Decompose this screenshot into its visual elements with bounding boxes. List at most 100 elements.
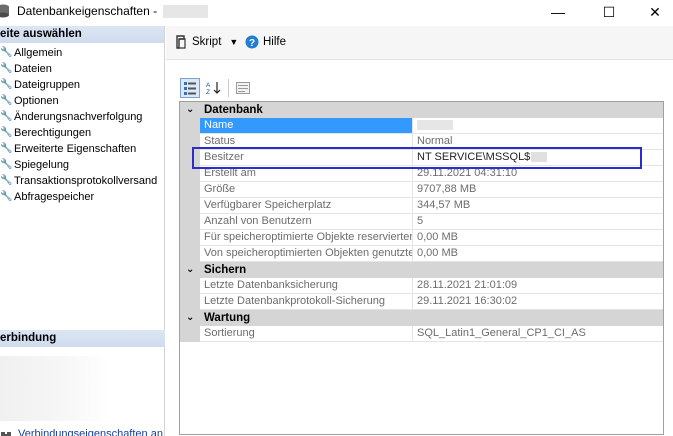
- property-pages-button[interactable]: [233, 78, 253, 98]
- category-wartung[interactable]: ⌄ Wartung: [180, 310, 663, 326]
- alphabetical-view-button[interactable]: A Z: [204, 78, 224, 98]
- page-list: 🔧 Allgemein 🔧 Dateien 🔧 Dateigruppen 🔧 Optio…: [0, 45, 164, 205]
- property-name: Von speicheroptimierten Objekten genutzt…: [200, 246, 413, 262]
- property-row-name[interactable]: Name: [180, 118, 663, 134]
- categorized-view-button[interactable]: [180, 78, 200, 98]
- svg-text:Z: Z: [206, 89, 210, 95]
- script-button[interactable]: Skript ▼: [174, 35, 238, 49]
- property-value: 344,57 MB: [413, 198, 663, 214]
- category-label: Sichern: [204, 264, 247, 276]
- categorized-icon: [184, 82, 196, 95]
- page-selector-panel: eite auswählen 🔧 Allgemein 🔧 Dateien 🔧 Date…: [0, 26, 165, 436]
- wrench-icon: 🔧: [0, 63, 13, 74]
- wrench-icon: 🔧: [0, 47, 13, 58]
- property-name: Letzte Datenbanksicherung: [200, 278, 413, 294]
- dropdown-arrow-icon[interactable]: ▼: [229, 37, 238, 47]
- collapse-chevron-icon[interactable]: ⌄: [186, 262, 194, 278]
- sort-az-icon: A Z: [206, 82, 221, 95]
- property-name: Größe: [200, 182, 413, 198]
- category-label: Wartung: [204, 312, 251, 324]
- wrench-icon: 🔧: [0, 191, 13, 202]
- page-item-optionen[interactable]: 🔧 Optionen: [0, 93, 164, 109]
- property-name: Name: [200, 118, 413, 134]
- property-value: 0,00 MB: [413, 230, 663, 246]
- page-item-dateigruppen[interactable]: 🔧 Dateigruppen: [0, 77, 164, 93]
- svg-text:?: ?: [249, 38, 255, 49]
- maximize-button[interactable]: ☐: [586, 0, 632, 24]
- page-item-label: Dateien: [14, 63, 52, 75]
- toolbar-separator: [228, 79, 229, 97]
- help-label: Hilfe: [263, 36, 287, 48]
- row-gutter: [180, 294, 200, 310]
- category-sichern[interactable]: ⌄ Sichern: [180, 262, 663, 278]
- connection-icon: [1, 432, 11, 436]
- page-item-label: Dateigruppen: [14, 79, 81, 91]
- property-value: SQL_Latin1_General_CP1_CI_AS: [413, 326, 663, 342]
- property-name: Sortierung: [200, 326, 413, 342]
- page-item-label: Spiegelung: [14, 159, 70, 171]
- connection-properties-row[interactable]: Verbindungseigenschaften an: [0, 427, 163, 436]
- close-button[interactable]: ✕: [632, 0, 673, 24]
- page-item-label: Änderungsnachverfolgung: [14, 111, 143, 123]
- property-row-anzahl-benutzer[interactable]: Anzahl von Benutzern 5: [180, 214, 663, 230]
- row-gutter: [180, 230, 200, 246]
- redacted-database-name: [417, 120, 453, 131]
- page-item-label: Optionen: [14, 95, 59, 107]
- collapse-chevron-icon[interactable]: ⌄: [186, 310, 194, 326]
- redacted-connection-info: [0, 356, 110, 421]
- property-value: 5: [413, 214, 663, 230]
- title-bar: Datenbankeigenschaften - — ☐ ✕: [0, 0, 673, 24]
- category-label: Datenbank: [204, 104, 263, 116]
- window-title: Datenbankeigenschaften -: [17, 4, 158, 18]
- help-button[interactable]: ? Hilfe: [245, 35, 286, 49]
- property-row-letzte-protokollsicherung[interactable]: Letzte Datenbankprotokoll-Sicherung 29.1…: [180, 294, 663, 310]
- property-name: Für speicheroptimierte Objekte reservier…: [200, 230, 413, 246]
- property-row-verfuegbarer-speicherplatz[interactable]: Verfügbarer Speicherplatz 344,57 MB: [180, 198, 663, 214]
- minimize-button[interactable]: —: [535, 0, 581, 24]
- connection-properties-link[interactable]: Verbindungseigenschaften an: [18, 428, 163, 436]
- redacted-server-name: [163, 5, 208, 18]
- wrench-icon: 🔧: [0, 127, 13, 138]
- wrench-icon: 🔧: [0, 159, 13, 170]
- property-value: 0,00 MB: [413, 246, 663, 262]
- category-datenbank[interactable]: ⌄ Datenbank: [180, 102, 663, 118]
- script-icon: [176, 35, 186, 49]
- page-item-dateien[interactable]: 🔧 Dateien: [0, 61, 164, 77]
- page-item-transaktionsprotokollversand[interactable]: 🔧 Transaktionsprotokollversand: [0, 173, 164, 189]
- page-item-aenderungsnachverfolgung[interactable]: 🔧 Änderungsnachverfolgung: [0, 109, 164, 125]
- wrench-icon: 🔧: [0, 79, 13, 90]
- page-item-erweiterte-eigenschaften[interactable]: 🔧 Erweiterte Eigenschaften: [0, 141, 164, 157]
- property-row-letzte-datenbanksicherung[interactable]: Letzte Datenbanksicherung 28.11.2021 21:…: [180, 278, 663, 294]
- help-icon: ?: [245, 35, 259, 49]
- wrench-icon: 🔧: [0, 111, 13, 122]
- wrench-icon: 🔧: [0, 143, 13, 154]
- page-item-abfragespeicher[interactable]: 🔧 Abfragespeicher: [0, 189, 164, 205]
- page-item-berechtigungen[interactable]: 🔧 Berechtigungen: [0, 125, 164, 141]
- property-row-groesse[interactable]: Größe 9707,88 MB: [180, 182, 663, 198]
- property-value: [413, 118, 663, 134]
- page-item-label: Abfragespeicher: [14, 191, 95, 203]
- row-gutter: [180, 214, 200, 230]
- page-item-label: Transaktionsprotokollversand: [14, 175, 158, 187]
- main-toolbar: Skript ▼ ? Hilfe: [166, 26, 673, 60]
- wrench-icon: 🔧: [0, 95, 13, 106]
- script-label: Skript: [192, 36, 222, 48]
- property-row-speicheroptimiert-genutzt[interactable]: Von speicheroptimierten Objekten genutzt…: [180, 246, 663, 262]
- collapse-chevron-icon[interactable]: ⌄: [186, 102, 194, 118]
- property-name: Anzahl von Benutzern: [200, 214, 413, 230]
- property-row-sortierung[interactable]: Sortierung SQL_Latin1_General_CP1_CI_AS: [180, 326, 663, 342]
- property-name: Verfügbarer Speicherplatz: [200, 198, 413, 214]
- database-icon: [0, 4, 9, 18]
- property-row-speicheroptimiert-reserviert[interactable]: Für speicheroptimierte Objekte reservier…: [180, 230, 663, 246]
- page-item-label: Allgemein: [14, 47, 63, 59]
- row-gutter: [180, 326, 200, 342]
- row-gutter: [180, 118, 200, 134]
- annotation-highlight-box: [192, 147, 642, 169]
- property-name: Letzte Datenbankprotokoll-Sicherung: [200, 294, 413, 310]
- property-value: 29.11.2021 16:30:02: [413, 294, 663, 310]
- page-item-allgemein[interactable]: 🔧 Allgemein: [0, 45, 164, 61]
- page-item-spiegelung[interactable]: 🔧 Spiegelung: [0, 157, 164, 173]
- row-gutter: [180, 182, 200, 198]
- property-pages-icon: [236, 82, 250, 94]
- row-gutter: [180, 278, 200, 294]
